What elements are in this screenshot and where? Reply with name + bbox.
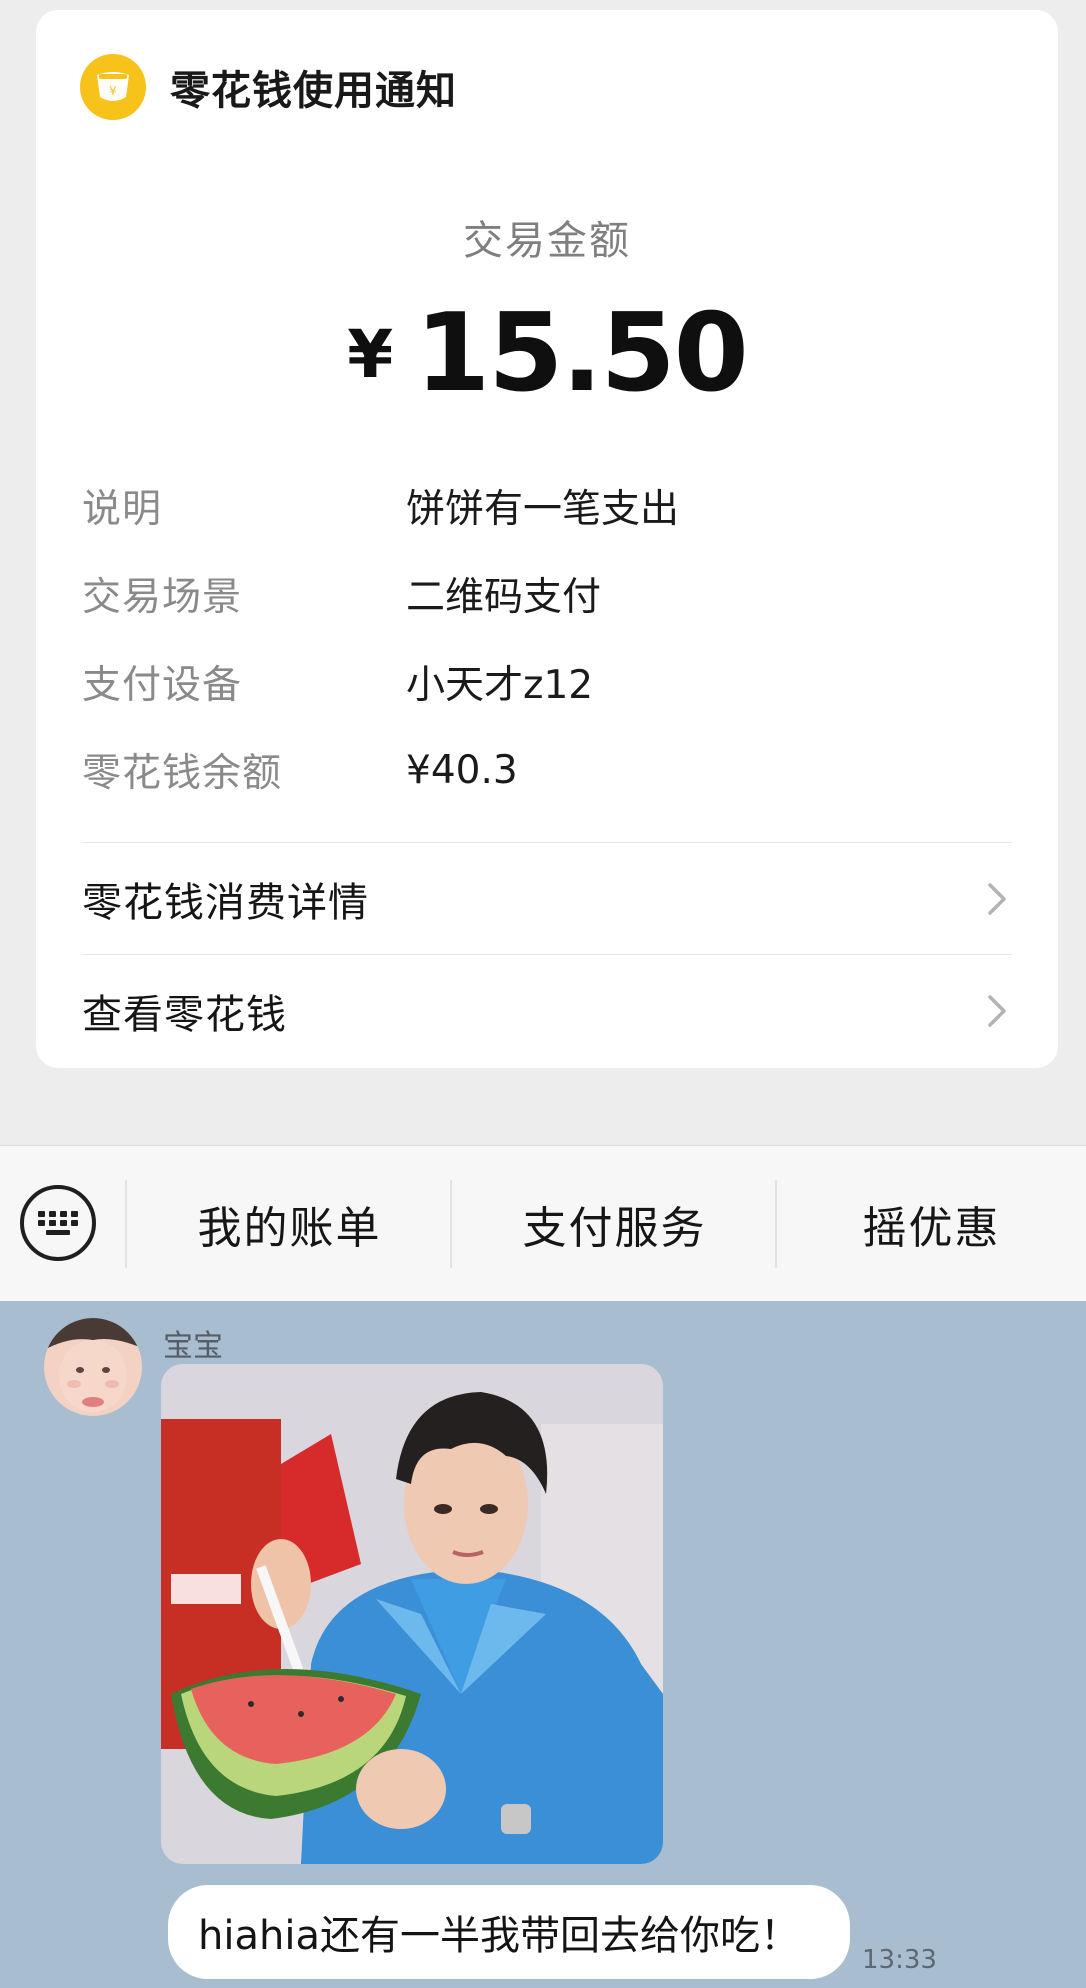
svg-text:¥: ¥ bbox=[109, 84, 117, 98]
message-bubble[interactable]: hiahia还有一半我带回去给你吃！ bbox=[168, 1885, 850, 1979]
detail-key: 支付设备 bbox=[82, 663, 243, 708]
keyboard-icon[interactable] bbox=[20, 1185, 96, 1261]
link-label: 查看零花钱 bbox=[82, 992, 287, 1038]
detail-key: 说明 bbox=[82, 487, 163, 532]
menu-item-my-bills[interactable]: 我的账单 bbox=[127, 1146, 452, 1302]
detail-key: 交易场景 bbox=[82, 575, 243, 620]
detail-row-scene: 交易场景 二维码支付 bbox=[82, 550, 1022, 638]
chevron-right-icon bbox=[988, 883, 1006, 915]
detail-value: 二维码支付 bbox=[406, 575, 602, 620]
message-timestamp: 13:33 bbox=[862, 1945, 937, 1975]
detail-value: ¥40.3 bbox=[406, 747, 518, 793]
card-header: ¥ 零花钱使用通知 bbox=[80, 52, 457, 122]
notification-card[interactable]: ¥ 零花钱使用通知 交易金额 ¥ 15.50 说明 饼饼有一笔支出 交易场景 二… bbox=[36, 10, 1058, 1068]
menu-item-shake-offers[interactable]: 摇优惠 bbox=[777, 1146, 1086, 1302]
link-label: 零花钱消费详情 bbox=[82, 880, 369, 926]
detail-row-balance: 零花钱余额 ¥40.3 bbox=[82, 726, 1022, 814]
currency-symbol: ¥ bbox=[347, 316, 394, 393]
amount-label: 交易金额 bbox=[463, 218, 631, 264]
detail-value: 饼饼有一笔支出 bbox=[406, 487, 680, 532]
view-allowance-link[interactable]: 查看零花钱 bbox=[82, 954, 1012, 1067]
sender-name: 宝宝 bbox=[163, 1329, 223, 1364]
photo-message[interactable] bbox=[161, 1364, 663, 1864]
detail-row-device: 支付设备 小天才z12 bbox=[82, 638, 1022, 726]
avatar[interactable] bbox=[44, 1318, 142, 1416]
card-title: 零花钱使用通知 bbox=[170, 68, 457, 114]
detail-list: 说明 饼饼有一笔支出 交易场景 二维码支付 支付设备 小天才z12 零花钱余额 … bbox=[82, 462, 1022, 814]
detail-row-description: 说明 饼饼有一笔支出 bbox=[82, 462, 1022, 550]
menu-item-payment-services[interactable]: 支付服务 bbox=[452, 1146, 777, 1302]
spending-details-link[interactable]: 零花钱消费详情 bbox=[82, 842, 1012, 955]
detail-value: 小天才z12 bbox=[406, 663, 594, 708]
coin-purse-icon: ¥ bbox=[80, 54, 146, 120]
chevron-right-icon bbox=[988, 995, 1006, 1027]
transaction-amount: ¥ 15.50 bbox=[36, 300, 1058, 408]
amount-value: 15.50 bbox=[415, 291, 749, 416]
chat-area: 宝宝 hiahia还有一半我带回去给你吃！ 13:33 bbox=[0, 1301, 1086, 1988]
account-menu-bar: 我的账单 支付服务 摇优惠 bbox=[0, 1145, 1086, 1302]
detail-key: 零花钱余额 bbox=[82, 751, 283, 796]
